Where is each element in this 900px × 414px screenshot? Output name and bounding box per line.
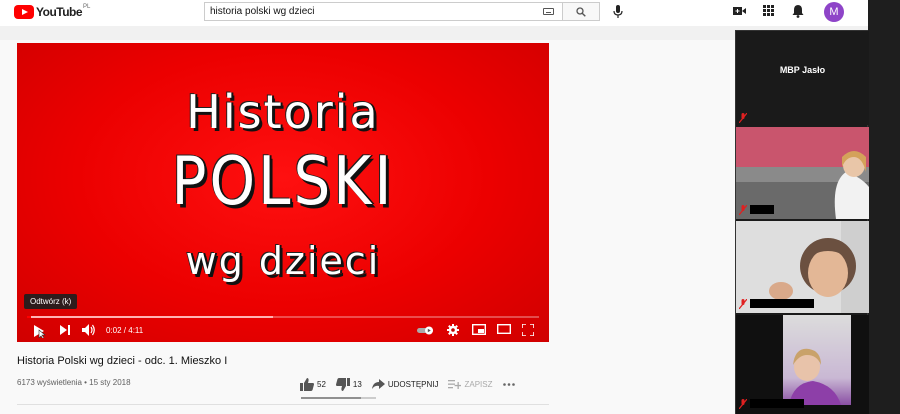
like-count: 52 [317,379,326,389]
muted-microphone-icon [739,113,747,123]
thumbnail-line-2: POLSKI [171,141,395,221]
thumbs-up-icon [300,377,314,391]
autoplay-toggle-icon[interactable] [417,326,435,335]
fullscreen-icon[interactable] [522,324,534,336]
youtube-header: YouTube PL historia polski wg dzieci M [0,0,868,26]
video-title: Historia Polski wg dzieci - odc. 1. Mies… [17,355,228,367]
more-actions-button[interactable] [502,382,515,386]
video-player[interactable]: Historia POLSKI wg dzieci Odtwórz (k) 0:… [17,43,549,342]
thumbs-down-icon [335,377,350,391]
settings-gear-icon[interactable] [447,324,459,336]
divider [17,404,549,405]
apps-grid-icon[interactable] [763,5,774,16]
youtube-play-logo-icon [14,5,34,19]
theater-mode-icon[interactable] [497,324,511,334]
search-button[interactable] [562,2,600,21]
save-label: ZAPISZ [464,379,493,389]
muted-microphone-icon [739,299,747,309]
participant-video-4 [783,315,851,405]
like-ratio-fill [301,397,361,399]
progress-bar[interactable] [27,316,539,318]
volume-icon[interactable] [82,324,96,336]
share-arrow-icon [371,378,385,389]
notifications-bell-icon[interactable] [792,4,804,18]
participant-tile-host[interactable]: MBP Jasło [736,31,869,125]
youtube-logo[interactable]: YouTube PL [14,4,91,19]
video-actions: 52 13 UDOSTĘPNIJ ZAPISZ [300,376,525,392]
screen: YouTube PL historia polski wg dzieci M H… [0,0,900,414]
add-to-playlist-icon [448,380,462,389]
share-label: UDOSTĘPNIJ [387,379,439,389]
muted-microphone-icon [739,205,747,215]
participants-panel: MBP Jasło [735,30,869,414]
dislike-count: 13 [352,379,362,389]
played-fill [27,316,32,318]
region-code: PL [83,4,91,10]
like-button[interactable]: 52 [300,377,326,391]
participant-tile-4[interactable] [736,315,869,414]
search-query: historia polski wg dzieci [210,6,315,17]
dislike-button[interactable]: 13 [335,377,362,391]
participant-name-redacted [750,205,774,214]
participant-name-redacted [750,399,804,408]
avatar-letter: M [829,6,839,18]
time-display: 0:02 / 4:11 [106,326,144,335]
participant-tile-2[interactable] [736,127,869,219]
next-video-icon[interactable] [59,324,71,336]
more-dots-icon [502,382,515,386]
thumbnail-line-1: Historia [186,85,380,139]
search-bar: historia polski wg dzieci [204,2,600,21]
save-button[interactable]: ZAPISZ [448,379,493,389]
share-button[interactable]: UDOSTĘPNIJ [371,378,439,390]
account-avatar[interactable]: M [824,2,844,22]
play-tooltip: Odtwórz (k) [24,294,78,309]
participant-tile-3[interactable] [736,221,869,313]
player-controls: 0:02 / 4:11 [17,321,549,341]
microphone-icon[interactable] [612,4,624,19]
participant-face-4 [789,348,841,405]
create-video-icon[interactable] [733,6,746,16]
screen-edge [868,0,900,414]
muted-microphone-icon [739,399,747,409]
play-button-icon[interactable] [32,324,46,338]
thumbnail-line-3: wg dzieci [185,239,381,283]
like-ratio-bar [301,397,376,399]
participant-name-redacted [750,299,814,308]
buffered-fill [27,316,273,318]
participant-name-host: MBP Jasło [779,65,826,75]
search-input[interactable]: historia polski wg dzieci [204,2,562,21]
video-meta: 6173 wyświetlenia • 15 sty 2018 [17,378,131,387]
miniplayer-icon[interactable] [472,324,486,335]
youtube-logo-text: YouTube [36,5,83,19]
search-icon [576,6,586,17]
keyboard-icon[interactable] [543,8,554,15]
